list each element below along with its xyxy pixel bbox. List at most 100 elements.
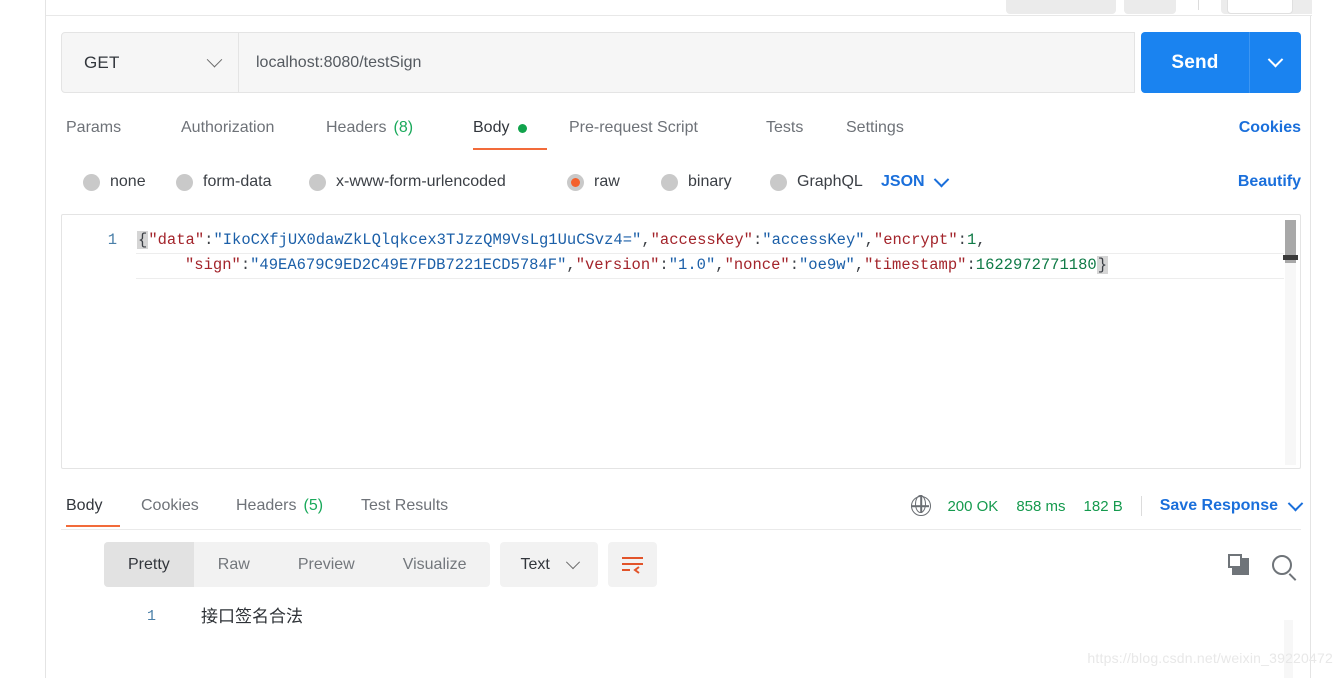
open-brace: { [137,231,148,249]
send-options-button[interactable] [1249,32,1301,93]
chevron-down-icon [1288,495,1304,511]
request-response-pane: GET localhost:8080/testSign Send Params … [45,0,1311,678]
radio-selected-icon [567,174,584,191]
tab-label: Settings [846,119,904,137]
tab-label: Tests [766,119,803,137]
tab-tests[interactable]: Tests [766,104,803,152]
tab-label: Test Results [361,497,448,515]
tab-label: Authorization [181,119,274,137]
json-value: "1.0" [669,256,716,274]
url-text: localhost:8080/testSign [256,54,421,72]
response-status: 200 OK [947,498,998,515]
clipped-top-toolbar [46,0,1312,16]
line-number: 1 [101,604,156,629]
meta-divider [1141,496,1142,516]
response-tab-cookies[interactable]: Cookies [141,482,199,530]
save-response-button[interactable]: Save Response [1160,497,1301,515]
radio-icon [770,174,787,191]
raw-format-label: JSON [881,173,925,191]
postman-window: GET localhost:8080/testSign Send Params … [0,0,1333,678]
active-tab-underline [473,148,547,151]
search-icon[interactable] [1272,555,1292,575]
tab-label: Pre-request Script [569,119,698,137]
body-type-urlencoded[interactable]: x-www-form-urlencoded [309,160,506,204]
body-present-indicator-icon [518,124,527,133]
tab-label: Body [66,497,102,515]
response-size: 182 B [1084,498,1123,515]
json-key: "version" [576,256,660,274]
send-group: Send [1141,32,1301,93]
tab-params[interactable]: Params [66,104,121,152]
tab-body[interactable]: Body [473,104,527,152]
body-type-none[interactable]: none [83,160,146,204]
view-mode-preview[interactable]: Preview [274,542,379,587]
tab-label: Cookies [141,497,199,515]
clipped-button-d[interactable] [1227,0,1293,14]
radio-icon [176,174,193,191]
tab-pre-request-script[interactable]: Pre-request Script [569,104,698,152]
beautify-link[interactable]: Beautify [1238,160,1301,204]
code-line-1: {"data":"IkoCXfjUX0dawZkLQlqkcex3TJzzQM9… [137,228,986,253]
tab-headers[interactable]: Headers (8) [326,104,413,152]
body-type-label: raw [594,173,620,191]
tab-label: Headers [326,119,386,137]
editor-row-divider [136,278,1284,279]
json-value: "accessKey" [762,231,864,249]
word-wrap-icon [621,555,644,574]
response-content-type-selector[interactable]: Text [500,542,597,587]
chevron-down-icon [566,555,580,569]
response-tab-test-results[interactable]: Test Results [361,482,448,530]
json-value: "49EA679C9ED2C49E7FDB7221ECD5784F" [250,256,566,274]
body-type-binary[interactable]: binary [661,160,732,204]
request-body-editor[interactable]: 1 {"data":"IkoCXfjUX0dawZkLQlqkcex3TJzzQ… [61,214,1301,469]
copy-icon[interactable] [1228,554,1250,576]
response-tab-body[interactable]: Body [66,482,102,530]
body-type-raw[interactable]: raw [567,160,620,204]
response-tab-headers[interactable]: Headers (5) [236,482,323,530]
body-type-form-data[interactable]: form-data [176,160,271,204]
response-body-text: 接口签名合法 [201,604,303,629]
body-type-label: GraphQL [797,173,863,191]
body-type-label: form-data [203,173,271,191]
page-gutter-left [0,0,45,678]
tab-authorization[interactable]: Authorization [181,104,274,152]
clipped-button-a[interactable] [1006,0,1116,14]
word-wrap-button[interactable] [608,542,657,587]
response-view-mode-group: Pretty Raw Preview Visualize [104,542,490,587]
json-key: "nonce" [725,256,790,274]
chevron-down-icon [207,52,223,68]
active-tab-underline [66,525,120,528]
body-type-label: none [110,173,146,191]
body-type-graphql[interactable]: GraphQL [770,160,863,204]
view-mode-visualize[interactable]: Visualize [379,542,491,587]
url-input[interactable]: localhost:8080/testSign [239,32,1135,93]
json-key: "timestamp" [864,256,966,274]
raw-format-selector[interactable]: JSON [881,160,947,204]
view-mode-raw[interactable]: Raw [194,542,274,587]
tab-label: Body [473,119,509,137]
tab-label: Headers [236,497,296,515]
radio-icon [661,174,678,191]
view-mode-pretty[interactable]: Pretty [104,542,194,587]
send-button[interactable]: Send [1141,32,1249,93]
chevron-down-icon [1268,52,1284,68]
json-value: "IkoCXfjUX0dawZkLQlqkcex3TJzzQM9VsLg1UuC… [213,231,641,249]
body-type-label: binary [688,173,732,191]
save-response-label: Save Response [1160,497,1278,515]
clipped-button-b[interactable] [1124,0,1176,14]
json-key: "sign" [185,256,241,274]
request-tabs: Params Authorization Headers (8) Body Pr… [61,104,1301,152]
cookies-link[interactable]: Cookies [1239,104,1301,152]
response-time: 858 ms [1016,498,1065,515]
code-line-2: "sign":"49EA679C9ED2C49E7FDB7221ECD5784F… [185,253,1108,278]
response-scrollbar-track[interactable] [1284,620,1293,678]
radio-icon [309,174,326,191]
json-value: 1622972771180 [976,256,1097,274]
editor-scrollbar-marker [1283,255,1298,260]
http-method-label: GET [84,53,120,73]
body-type-options: none form-data x-www-form-urlencoded raw… [61,160,1301,204]
page-gutter-right [1311,0,1333,678]
http-method-selector[interactable]: GET [61,32,239,93]
tab-settings[interactable]: Settings [846,104,904,152]
body-type-label: x-www-form-urlencoded [336,173,506,191]
